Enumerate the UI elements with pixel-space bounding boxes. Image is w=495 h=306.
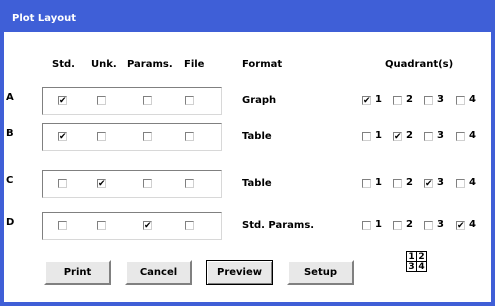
quadrant-3-checkbox[interactable] bbox=[424, 221, 433, 230]
params-checkbox[interactable] bbox=[143, 179, 152, 188]
title-bar[interactable]: Plot Layout bbox=[4, 4, 491, 32]
format-label: Graph bbox=[242, 95, 277, 106]
std-checkbox[interactable]: ✔ bbox=[58, 132, 67, 142]
preview-button[interactable]: Preview bbox=[206, 260, 273, 285]
quadrant-3-label: 3 bbox=[437, 219, 444, 230]
unk-checkbox[interactable] bbox=[97, 96, 106, 105]
row-label: B bbox=[6, 128, 14, 139]
quadrant-1-label: 1 bbox=[375, 130, 382, 141]
quadrant-4-checkbox[interactable] bbox=[456, 132, 465, 141]
quadrant-2-label: 2 bbox=[406, 130, 413, 141]
column-header-format: Format bbox=[242, 59, 283, 70]
quadrant-1-label: 1 bbox=[375, 219, 382, 230]
quadrant-3-checkbox[interactable] bbox=[424, 96, 433, 105]
quadrant-3-label: 3 bbox=[437, 177, 444, 188]
quadrant-3-checkbox[interactable]: ✔ bbox=[424, 179, 433, 189]
file-checkbox[interactable] bbox=[185, 221, 194, 230]
quadrant-4-checkbox[interactable]: ✔ bbox=[456, 221, 465, 231]
row-label: C bbox=[6, 175, 14, 186]
quadrant-layout-icon: 1 2 3 4 bbox=[406, 251, 430, 275]
format-label: Table bbox=[242, 178, 272, 189]
quadrant-1-checkbox[interactable] bbox=[362, 179, 371, 188]
quadrant-1-checkbox[interactable] bbox=[362, 221, 371, 230]
column-header-std: Std. bbox=[52, 59, 75, 70]
file-checkbox[interactable] bbox=[185, 132, 194, 141]
params-checkbox[interactable] bbox=[143, 96, 152, 105]
unk-checkbox[interactable] bbox=[97, 132, 106, 141]
format-label: Table bbox=[242, 131, 272, 142]
window-title: Plot Layout bbox=[12, 13, 76, 24]
quadrant-2-label: 2 bbox=[406, 219, 413, 230]
quadrant-4-checkbox[interactable] bbox=[456, 96, 465, 105]
column-header-unk: Unk. bbox=[91, 59, 117, 70]
quadrant-1-checkbox[interactable]: ✔ bbox=[362, 96, 371, 106]
column-header-file: File bbox=[184, 59, 205, 70]
quadrant-4-label: 4 bbox=[469, 130, 476, 141]
quadrant-3-checkbox[interactable] bbox=[424, 132, 433, 141]
quadrant-3-label: 3 bbox=[437, 130, 444, 141]
row-source-group bbox=[42, 212, 222, 240]
format-label: Std. Params. bbox=[242, 220, 315, 231]
std-checkbox[interactable]: ✔ bbox=[58, 96, 67, 106]
quadrant-4-label: 4 bbox=[469, 219, 476, 230]
row-label: D bbox=[6, 217, 15, 228]
quadrant-2-label: 2 bbox=[406, 177, 413, 188]
quadrant-2-checkbox[interactable]: ✔ bbox=[393, 132, 402, 142]
quadrant-2-label: 2 bbox=[406, 94, 413, 105]
params-checkbox[interactable]: ✔ bbox=[143, 221, 152, 231]
cancel-button[interactable]: Cancel bbox=[125, 260, 192, 285]
quadrant-4-label: 4 bbox=[469, 94, 476, 105]
row-source-group bbox=[42, 87, 222, 115]
quadrant-2-checkbox[interactable] bbox=[393, 221, 402, 230]
row-source-group bbox=[42, 123, 222, 151]
quadrant-1-label: 1 bbox=[375, 177, 382, 188]
std-checkbox[interactable] bbox=[58, 221, 67, 230]
params-checkbox[interactable] bbox=[143, 132, 152, 141]
quadrant-3-label: 3 bbox=[437, 94, 444, 105]
unk-checkbox[interactable]: ✔ bbox=[97, 179, 106, 189]
std-checkbox[interactable] bbox=[58, 179, 67, 188]
quadrant-icon-cell-4: 4 bbox=[416, 261, 427, 272]
row-label: A bbox=[6, 92, 14, 103]
row-source-group bbox=[42, 170, 222, 198]
file-checkbox[interactable] bbox=[185, 96, 194, 105]
quadrant-4-label: 4 bbox=[469, 177, 476, 188]
quadrant-4-checkbox[interactable] bbox=[456, 179, 465, 188]
quadrant-2-checkbox[interactable] bbox=[393, 96, 402, 105]
quadrant-2-checkbox[interactable] bbox=[393, 179, 402, 188]
file-checkbox[interactable] bbox=[185, 179, 194, 188]
quadrant-1-label: 1 bbox=[375, 94, 382, 105]
column-header-quadrants: Quadrant(s) bbox=[385, 59, 454, 70]
quadrant-1-checkbox[interactable] bbox=[362, 132, 371, 141]
column-header-params: Params. bbox=[127, 59, 173, 70]
setup-button[interactable]: Setup bbox=[287, 260, 354, 285]
unk-checkbox[interactable] bbox=[97, 221, 106, 230]
print-button[interactable]: Print bbox=[44, 260, 111, 285]
